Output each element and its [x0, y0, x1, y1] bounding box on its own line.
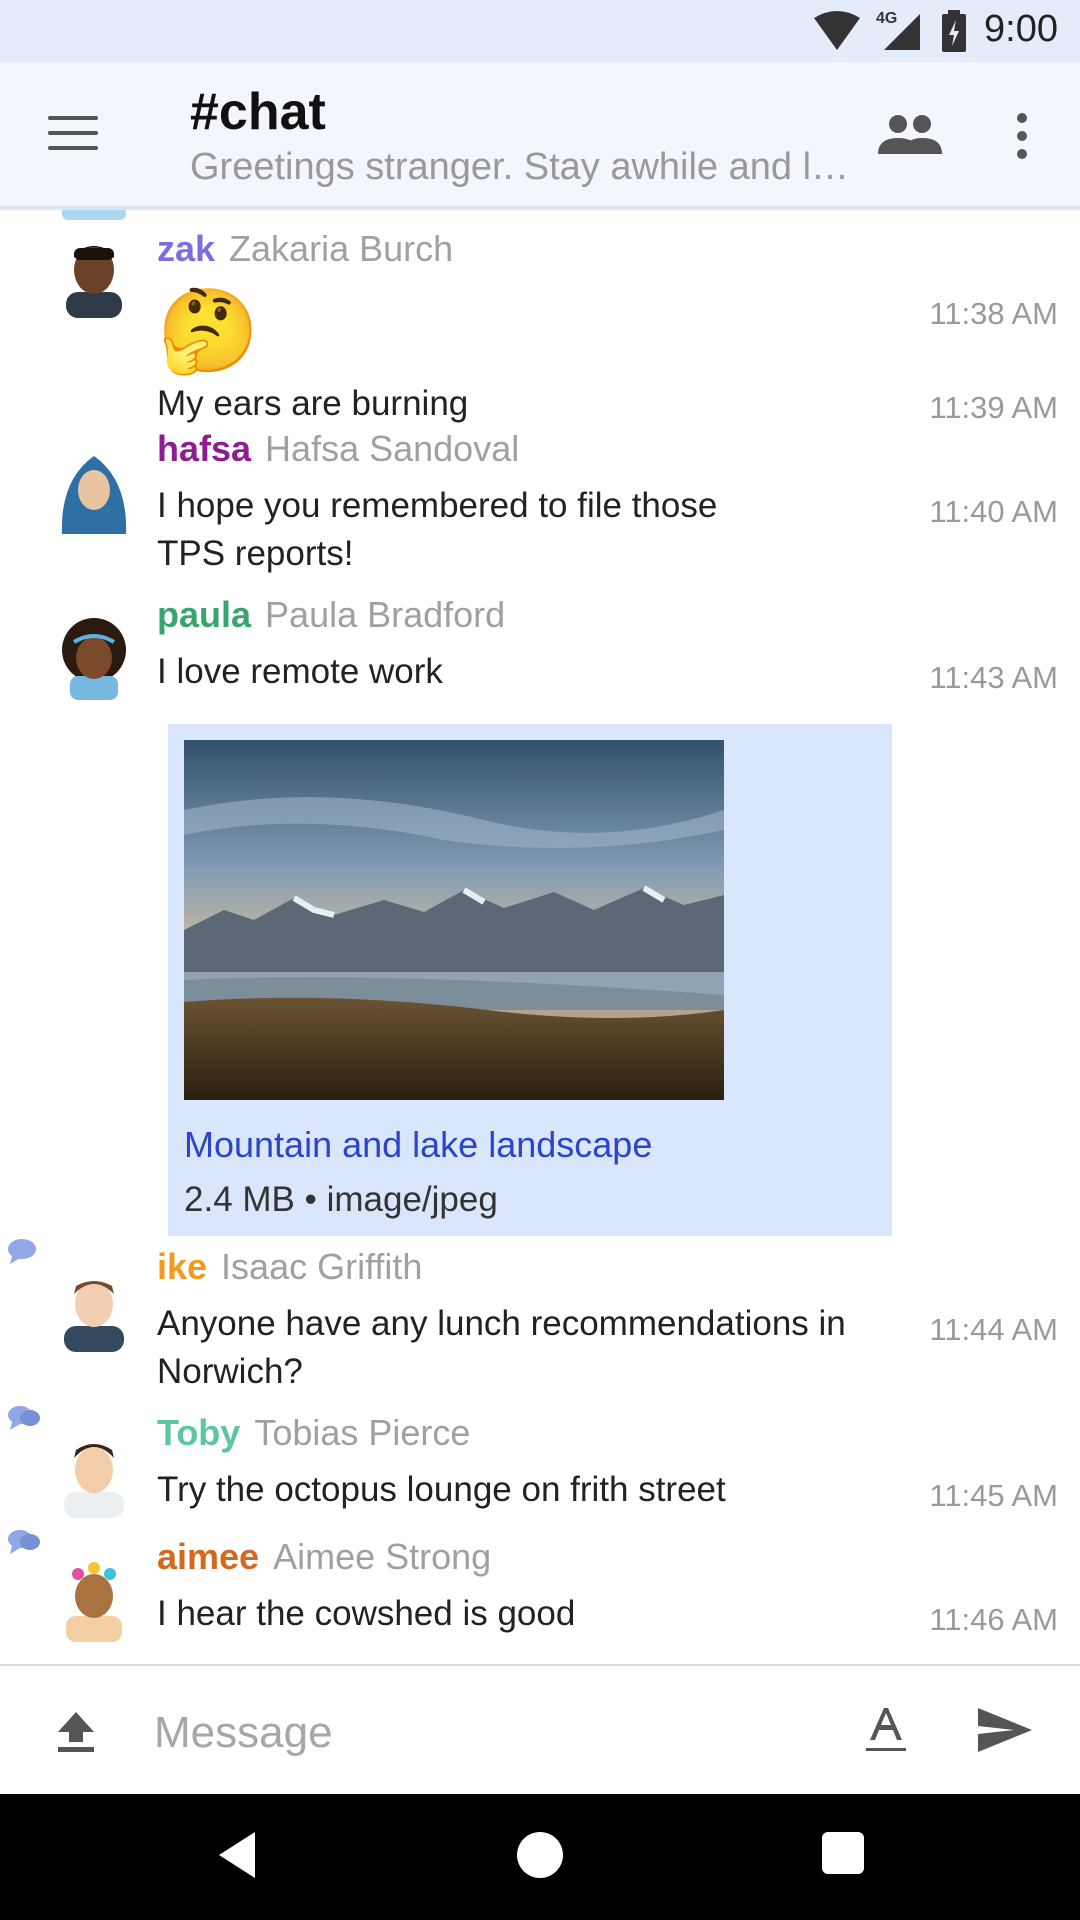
- app-bar: #chat Greetings stranger. Stay awhile an…: [0, 62, 1080, 210]
- attachment-title[interactable]: Mountain and lake landscape: [184, 1124, 652, 1166]
- author-nick[interactable]: hafsa: [157, 428, 251, 469]
- message-text: Anyone have any lunch recommendations in…: [157, 1304, 846, 1391]
- wifi-icon: [814, 11, 860, 50]
- author-nick[interactable]: paula: [157, 594, 251, 635]
- message-time: 11:39 AM: [929, 390, 1058, 425]
- system-nav-bar: [0, 1794, 1080, 1920]
- message-author[interactable]: hafsa Hafsa Sandoval: [157, 428, 519, 470]
- author-real-name: Zakaria Burch: [229, 228, 454, 269]
- author-nick[interactable]: Toby: [157, 1412, 240, 1453]
- message-author[interactable]: Toby Tobias Pierce: [157, 1412, 470, 1454]
- people-icon[interactable]: [878, 114, 942, 158]
- message-time: 11:40 AM: [929, 494, 1058, 529]
- message-composer: [0, 1664, 1080, 1796]
- recent-apps-icon[interactable]: [822, 1832, 864, 1874]
- message-text: Try the octopus lounge on frith street: [157, 1470, 726, 1509]
- message-time: 11:43 AM: [929, 660, 1058, 695]
- home-icon[interactable]: [517, 1832, 563, 1878]
- message-text: My ears are burning: [157, 384, 469, 423]
- message-author[interactable]: paula Paula Bradford: [157, 594, 505, 636]
- thread-icon[interactable]: [6, 1238, 38, 1264]
- message-time: 11:45 AM: [929, 1478, 1058, 1513]
- avatar[interactable]: [56, 1434, 132, 1518]
- message-author[interactable]: aimee Aimee Strong: [157, 1536, 491, 1578]
- message-list[interactable]: zak Zakaria Burch 🤔 11:38 AM My ears are …: [0, 210, 1080, 1664]
- battery-icon: [942, 10, 966, 52]
- attachment-image[interactable]: [184, 740, 724, 1100]
- author-real-name: Paula Bradford: [265, 594, 506, 635]
- message-author[interactable]: ike Isaac Griffith: [157, 1246, 422, 1288]
- author-real-name: Isaac Griffith: [221, 1246, 423, 1287]
- more-options-icon[interactable]: [1012, 112, 1032, 160]
- send-icon[interactable]: [976, 1706, 1034, 1754]
- avatar: [62, 210, 126, 220]
- message-time: 11:38 AM: [929, 296, 1058, 331]
- message-author[interactable]: zak Zakaria Burch: [157, 228, 453, 270]
- back-icon[interactable]: [215, 1830, 259, 1880]
- status-bar: 4G 9:00: [0, 0, 1080, 62]
- upload-icon[interactable]: [54, 1710, 98, 1754]
- channel-title[interactable]: #chat: [190, 82, 326, 142]
- message-text: I hope you remembered to file those TPS …: [157, 486, 718, 573]
- channel-topic[interactable]: Greetings stranger. Stay awhile and list…: [190, 146, 855, 189]
- author-real-name: Aimee Strong: [273, 1536, 492, 1577]
- menu-icon[interactable]: [48, 116, 98, 152]
- thread-icon[interactable]: [6, 1528, 42, 1554]
- avatar[interactable]: [56, 1558, 132, 1642]
- avatar[interactable]: [56, 1268, 132, 1352]
- text-format-icon[interactable]: [866, 1706, 906, 1754]
- author-real-name: Hafsa Sandoval: [265, 428, 520, 469]
- clock: 9:00: [984, 8, 1058, 50]
- avatar[interactable]: [56, 450, 132, 534]
- author-nick[interactable]: aimee: [157, 1536, 259, 1577]
- avatar[interactable]: [56, 234, 132, 318]
- cell-signal-icon: [884, 14, 920, 50]
- message-time: 11:44 AM: [929, 1312, 1058, 1347]
- thread-icon[interactable]: [6, 1404, 42, 1430]
- emoji-message: 🤔: [157, 286, 260, 377]
- image-attachment[interactable]: Mountain and lake landscape 2.4 MB • ima…: [168, 724, 892, 1236]
- message-input[interactable]: [152, 1702, 816, 1764]
- attachment-meta: 2.4 MB • image/jpeg: [184, 1180, 498, 1219]
- message-text: I love remote work: [157, 652, 443, 691]
- message-time: 11:46 AM: [929, 1602, 1058, 1637]
- author-real-name: Tobias Pierce: [254, 1412, 471, 1453]
- author-nick[interactable]: zak: [157, 228, 215, 269]
- author-nick[interactable]: ike: [157, 1246, 207, 1287]
- avatar[interactable]: [56, 616, 132, 700]
- message-text: I hear the cowshed is good: [157, 1594, 576, 1633]
